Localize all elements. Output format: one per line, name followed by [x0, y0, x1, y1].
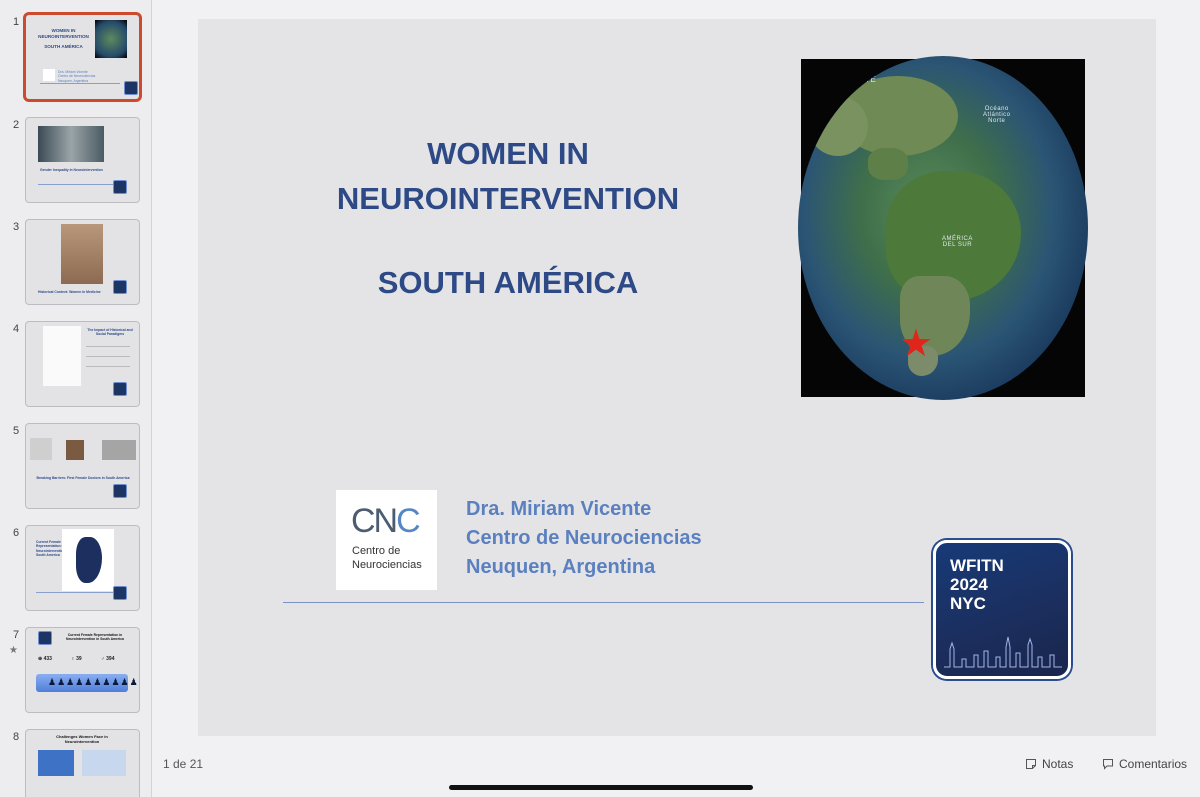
- author-name: Dra. Miriam Vicente: [466, 498, 652, 520]
- thumb-badge: [113, 280, 127, 294]
- slide-thumbnail-2[interactable]: 2 Gender Inequality in Neurointervention: [0, 117, 151, 207]
- thumbnail-preview[interactable]: Challenges Women Face in Neurointerventi…: [25, 729, 140, 797]
- thumb-caption: The Impact of Historical and Social Para…: [87, 328, 133, 337]
- title-line: WOMEN IN: [427, 136, 589, 171]
- thumbnail-preview[interactable]: Breaking Barriers: First Female Doctors …: [25, 423, 140, 509]
- notes-label: Notas: [1042, 757, 1074, 771]
- thumb-logo: [43, 69, 55, 81]
- thumb-stat: ♂ 394: [101, 656, 115, 662]
- thumbnail-preview[interactable]: The Impact of Historical and Social Para…: [25, 321, 140, 407]
- comments-label: Comentarios: [1119, 757, 1188, 771]
- slide-thumbnail-1[interactable]: 1 WOMEN IN NEUROINTERVENTION SOUTH AMÉRI…: [0, 12, 151, 104]
- home-indicator[interactable]: [449, 785, 753, 790]
- thumb-badge: [113, 484, 127, 498]
- thumb-portrait: [30, 438, 52, 460]
- thumb-caption: Challenges Women Face in Neurointerventi…: [56, 734, 108, 745]
- slide-thumbnail-8[interactable]: 8 Challenges Women Face in Neurointerven…: [0, 729, 151, 797]
- notes-icon: [1026, 759, 1036, 769]
- thumb-rule: [36, 592, 116, 593]
- slide-number: 4: [13, 323, 20, 335]
- slide-number: 2: [13, 119, 20, 131]
- author-block: Dra. Miriam Vicente Centro de Neurocienc…: [466, 495, 702, 582]
- slide-number: 5: [13, 425, 20, 437]
- thumb-stat: ⊕ 433: [38, 656, 52, 662]
- slide-number: 7: [13, 629, 20, 641]
- slide-number: 8: [13, 731, 20, 743]
- thumb-badge: [124, 81, 138, 95]
- thumb-rule: [40, 83, 120, 84]
- wfitn-badge: WFITN 2024 NYC: [933, 540, 1071, 679]
- thumb-caption: Current Female Representation in Neuroin…: [66, 633, 124, 642]
- thumb-title: WOMEN IN NEUROINTERVENTION: [38, 28, 89, 39]
- thumbnail-preview[interactable]: Historical Context: Women in Medicine: [25, 219, 140, 305]
- slide-title: WOMEN IN NEUROINTERVENTION SOUTH AMÉRICA: [318, 131, 698, 305]
- thumb-rule: [38, 184, 118, 185]
- slide-navigator[interactable]: 1 WOMEN IN NEUROINTERVENTION SOUTH AMÉRI…: [0, 0, 152, 797]
- thumb-illustration: [61, 224, 103, 284]
- author-location: Neuquen, Argentina: [466, 556, 656, 578]
- thumb-caption: Historical Context: Women in Medicine: [38, 290, 101, 294]
- north-america-land: [808, 96, 868, 156]
- slide-canvas[interactable]: WOMEN IN NEUROINTERVENTION SOUTH AMÉRICA…: [198, 19, 1156, 736]
- thumb-caption: Gender Inequality in Neurointervention: [40, 168, 103, 172]
- slide-thumbnail-4[interactable]: 4 The Impact of Historical and Social Pa…: [0, 321, 151, 411]
- globe-image: DEL NORTE AMÉRICA DEL SUR Océano Atlánti…: [798, 56, 1088, 400]
- thumbnail-preview[interactable]: Gender Inequality in Neurointervention: [25, 117, 140, 203]
- thumb-badge: [113, 180, 127, 194]
- cnc-logo-text: Centro de Neurociencias: [352, 545, 422, 571]
- thumb-caption: Breaking Barriers: First Female Doctors …: [36, 476, 130, 480]
- thumbnail-preview[interactable]: Current Female Representation in Neuroin…: [25, 525, 140, 611]
- slide-number: 6: [13, 527, 20, 539]
- page-indicator: 1 de 21: [163, 757, 204, 771]
- thumb-subtitle: SOUTH AMÉRICA: [44, 44, 83, 49]
- globe-label-south: AMÉRICA DEL SUR: [942, 236, 973, 248]
- slide-thumbnail-6[interactable]: 6 Current Female Representation in Neuro…: [0, 525, 151, 615]
- thumbnail-preview[interactable]: WOMEN IN NEUROINTERVENTION SOUTH AMÉRICA…: [23, 12, 142, 102]
- slide-thumbnail-5[interactable]: 5 Breaking Barriers: First Female Doctor…: [0, 423, 151, 513]
- thumb-image: [38, 750, 74, 776]
- thumb-text-lines: [86, 346, 130, 347]
- thumb-badge: [113, 586, 127, 600]
- notes-button[interactable]: Notas: [1025, 757, 1073, 771]
- wfitn-badge-text: WFITN 2024 NYC: [950, 556, 1004, 613]
- globe: DEL NORTE AMÉRICA DEL SUR Océano Atlánti…: [798, 56, 1088, 400]
- thumb-photo: [38, 126, 104, 162]
- star-icon: ★: [9, 645, 18, 656]
- slide-number: 3: [13, 221, 20, 233]
- central-america-land: [868, 148, 908, 180]
- slide-thumbnail-7[interactable]: 7 ★ Current Female Representation in Neu…: [0, 627, 151, 717]
- slide-number: 1: [13, 16, 20, 28]
- slide-divider: [283, 602, 924, 603]
- thumb-globe-image: [95, 20, 127, 58]
- thumb-portrait: [102, 440, 136, 460]
- thumb-image: [82, 750, 126, 776]
- globe-label-ocean: Océano Atlántico Norte: [983, 106, 1011, 124]
- thumb-badge: [38, 631, 52, 645]
- thumb-author: Dra. Miriam Vicente Centro de Neurocienci…: [58, 70, 96, 83]
- subtitle-line: SOUTH AMÉRICA: [377, 265, 639, 300]
- thumb-brain-figure: [43, 326, 81, 386]
- slide-thumbnail-3[interactable]: 3 Historical Context: Women in Medicine: [0, 219, 151, 309]
- title-line: NEUROINTERVENTION: [336, 181, 680, 216]
- author-institution: Centro de Neurociencias: [466, 527, 702, 549]
- comments-button[interactable]: Comentarios: [1102, 757, 1187, 771]
- thumb-portrait: [66, 440, 84, 460]
- skyline-icon: [944, 636, 1062, 668]
- location-star-icon: ★: [899, 323, 934, 365]
- thumb-badge: [113, 382, 127, 396]
- cnc-logo: CNC Centro de Neurociencias: [336, 490, 437, 590]
- thumb-people-bar: ♟♟♟♟♟♟♟♟♟♟: [36, 674, 138, 692]
- thumb-map: [62, 529, 114, 591]
- thumbnail-preview[interactable]: Current Female Representation in Neuroin…: [25, 627, 140, 713]
- thumb-text-lines: [86, 366, 130, 367]
- comment-icon: [1103, 759, 1113, 770]
- globe-label-north: DEL NORTE: [846, 66, 877, 84]
- thumb-stat: ♀ 39: [71, 656, 82, 662]
- thumb-text-lines: [86, 356, 130, 357]
- cnc-logo-mark: CNC: [351, 502, 421, 540]
